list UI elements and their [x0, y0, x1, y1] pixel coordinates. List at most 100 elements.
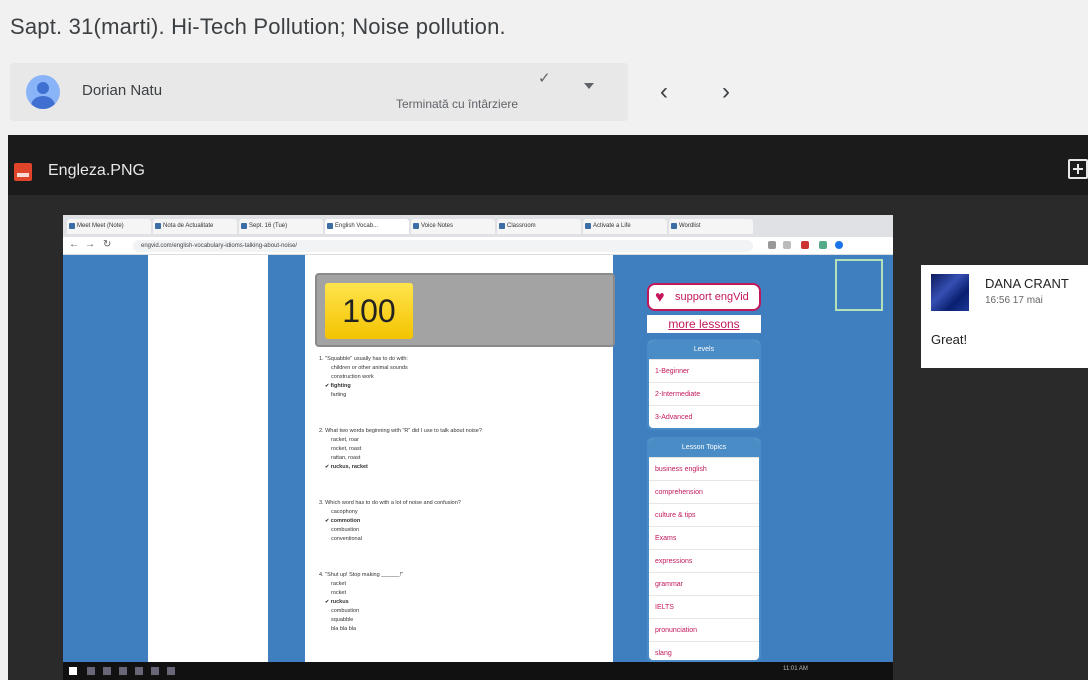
topic-link: pronunciation — [649, 618, 759, 641]
quiz-content: 100 1. "Squabble" usually has to do with… — [299, 255, 619, 662]
site-sidebar: ♥ support engVid more lessons Levels 1-B… — [641, 255, 765, 662]
level-link: 1-Beginner — [649, 359, 759, 382]
quiz-score: 100 — [325, 283, 413, 339]
question-text: 2. What two words beginning with "R" did… — [319, 428, 482, 434]
video-thumbnail — [835, 259, 883, 311]
topic-link: comprehension — [649, 480, 759, 503]
quiz-question: 1. "Squabble" usually has to do with: ch… — [319, 355, 408, 400]
answer-option: rocket, roast — [331, 446, 362, 452]
correct-answer: ruckus — [319, 598, 403, 607]
support-label: support engVid — [675, 291, 749, 303]
web-page: 100 1. "Squabble" usually has to do with… — [63, 255, 893, 662]
image-file-icon — [14, 163, 32, 181]
next-student-button[interactable]: › — [722, 80, 730, 104]
question-text: 4. "Shut up! Stop making ______!" — [319, 572, 404, 578]
topic-link: IELTS — [649, 595, 759, 618]
student-selector[interactable]: Dorian Natu ✓ Terminată cu întârziere — [10, 63, 628, 121]
reload-icon: ↻ — [103, 239, 112, 250]
level-link: 3-Advanced — [649, 405, 759, 428]
topic-link: grammar — [649, 572, 759, 595]
attached-screenshot: Meet Meet (Note) Nota de Actualitate Sep… — [63, 215, 893, 680]
quiz-question: 3. Which word has to do with a lot of no… — [319, 499, 461, 544]
answer-option: squabble — [331, 617, 354, 623]
answer-option: racket — [331, 581, 346, 587]
extension-icon — [819, 241, 827, 249]
comment-timestamp: 16:56 17 mai — [985, 295, 1043, 306]
add-comment-icon[interactable] — [1068, 159, 1088, 179]
taskbar-icon — [151, 667, 159, 675]
browser-tab-strip: Meet Meet (Note) Nota de Actualitate Sep… — [63, 215, 893, 237]
comment-card: DANA CRANT 16:56 17 mai Great! — [921, 265, 1088, 368]
comment-text: Great! — [931, 332, 968, 347]
student-name: Dorian Natu — [82, 82, 163, 99]
file-viewer: Engleza.PNG Meet Meet (Note) Nota de Act… — [8, 135, 1088, 680]
browser-tab: Meet Meet (Note) — [67, 219, 151, 234]
taskbar-clock: 11:01 AM — [783, 666, 808, 672]
windows-taskbar: 11:01 AM — [63, 662, 893, 680]
topic-link: slang — [649, 641, 759, 660]
browser-tab: Wordlist — [669, 219, 753, 234]
correct-answer: fighting — [319, 382, 408, 391]
extension-icon — [768, 241, 776, 249]
dropdown-arrow-icon[interactable] — [584, 83, 594, 89]
correct-answer: commotion — [319, 517, 461, 526]
file-name: Engleza.PNG — [48, 162, 145, 179]
browser-address-bar: ← → ↻ engvid.com/english-vocabulary-idio… — [63, 237, 893, 255]
answer-option: bla bla bla — [331, 626, 357, 632]
question-text: 1. "Squabble" usually has to do with: — [319, 356, 408, 362]
topics-header: Lesson Topics — [649, 439, 759, 457]
extension-icon — [783, 241, 791, 249]
viewer-header: Engleza.PNG — [8, 135, 1088, 195]
answer-option: children or other animal sounds — [331, 365, 408, 371]
browser-tab: Classroom — [497, 219, 581, 234]
browser-tab: Activate a Life — [583, 219, 667, 234]
quiz-question: 4. "Shut up! Stop making ______!" racket… — [319, 571, 403, 634]
more-lessons-link: more lessons — [647, 315, 761, 333]
page-blank-column — [148, 255, 268, 662]
quiz-question: 2. What two words beginning with "R" did… — [319, 427, 482, 472]
topics-box: Lesson Topics business english comprehen… — [647, 437, 761, 662]
topic-link: culture & tips — [649, 503, 759, 526]
submission-status: Terminată cu întârziere — [396, 97, 519, 111]
browser-tab: Sept. 16 (Tue) — [239, 219, 323, 234]
browser-tab: Nota de Actualitate — [153, 219, 237, 234]
classroom-grading-view: Sapt. 31(marti). Hi-Tech Pollution; Nois… — [0, 0, 1088, 680]
browser-tab: English Vocab... — [325, 219, 409, 234]
extension-icon — [801, 241, 809, 249]
answer-option: rocket — [331, 590, 346, 596]
windows-start-icon — [69, 667, 77, 675]
answer-option: cacophony — [331, 509, 358, 515]
levels-header: Levels — [649, 341, 759, 359]
heart-icon: ♥ — [655, 289, 665, 306]
answer-option: farting — [331, 392, 347, 398]
answer-option: racket, roar — [331, 437, 359, 443]
score-panel: 100 — [315, 273, 615, 347]
answer-option: combustion — [331, 527, 360, 533]
topic-link: business english — [649, 457, 759, 480]
checkmark-icon: ✓ — [538, 70, 551, 87]
answer-option: rattan, roast — [331, 455, 361, 461]
page-right-column — [775, 255, 893, 662]
taskbar-icon — [167, 667, 175, 675]
student-avatar — [26, 75, 60, 109]
back-arrow-icon: ← — [69, 239, 79, 250]
forward-arrow-icon: → — [85, 239, 95, 250]
previous-student-button[interactable]: ‹ — [660, 80, 668, 104]
support-button: ♥ support engVid — [647, 283, 761, 311]
commenter-avatar — [931, 274, 969, 311]
level-link: 2-Intermediate — [649, 382, 759, 405]
comment-author: DANA CRANT — [985, 276, 1069, 291]
taskbar-icon — [135, 667, 143, 675]
levels-box: Levels 1-Beginner 2-Intermediate 3-Advan… — [647, 339, 761, 430]
question-text: 3. Which word has to do with a lot of no… — [319, 500, 461, 506]
taskbar-icon — [119, 667, 127, 675]
profile-icon — [835, 241, 843, 249]
url-field: engvid.com/english-vocabulary-idioms-tal… — [133, 240, 753, 252]
answer-option: construction work — [331, 374, 374, 380]
correct-answer: ruckus, racket — [319, 463, 482, 472]
answer-option: combustion — [331, 608, 360, 614]
topic-link: Exams — [649, 526, 759, 549]
answer-option: conventional — [331, 536, 362, 542]
assignment-title: Sapt. 31(marti). Hi-Tech Pollution; Nois… — [10, 14, 506, 39]
taskbar-icon — [103, 667, 111, 675]
